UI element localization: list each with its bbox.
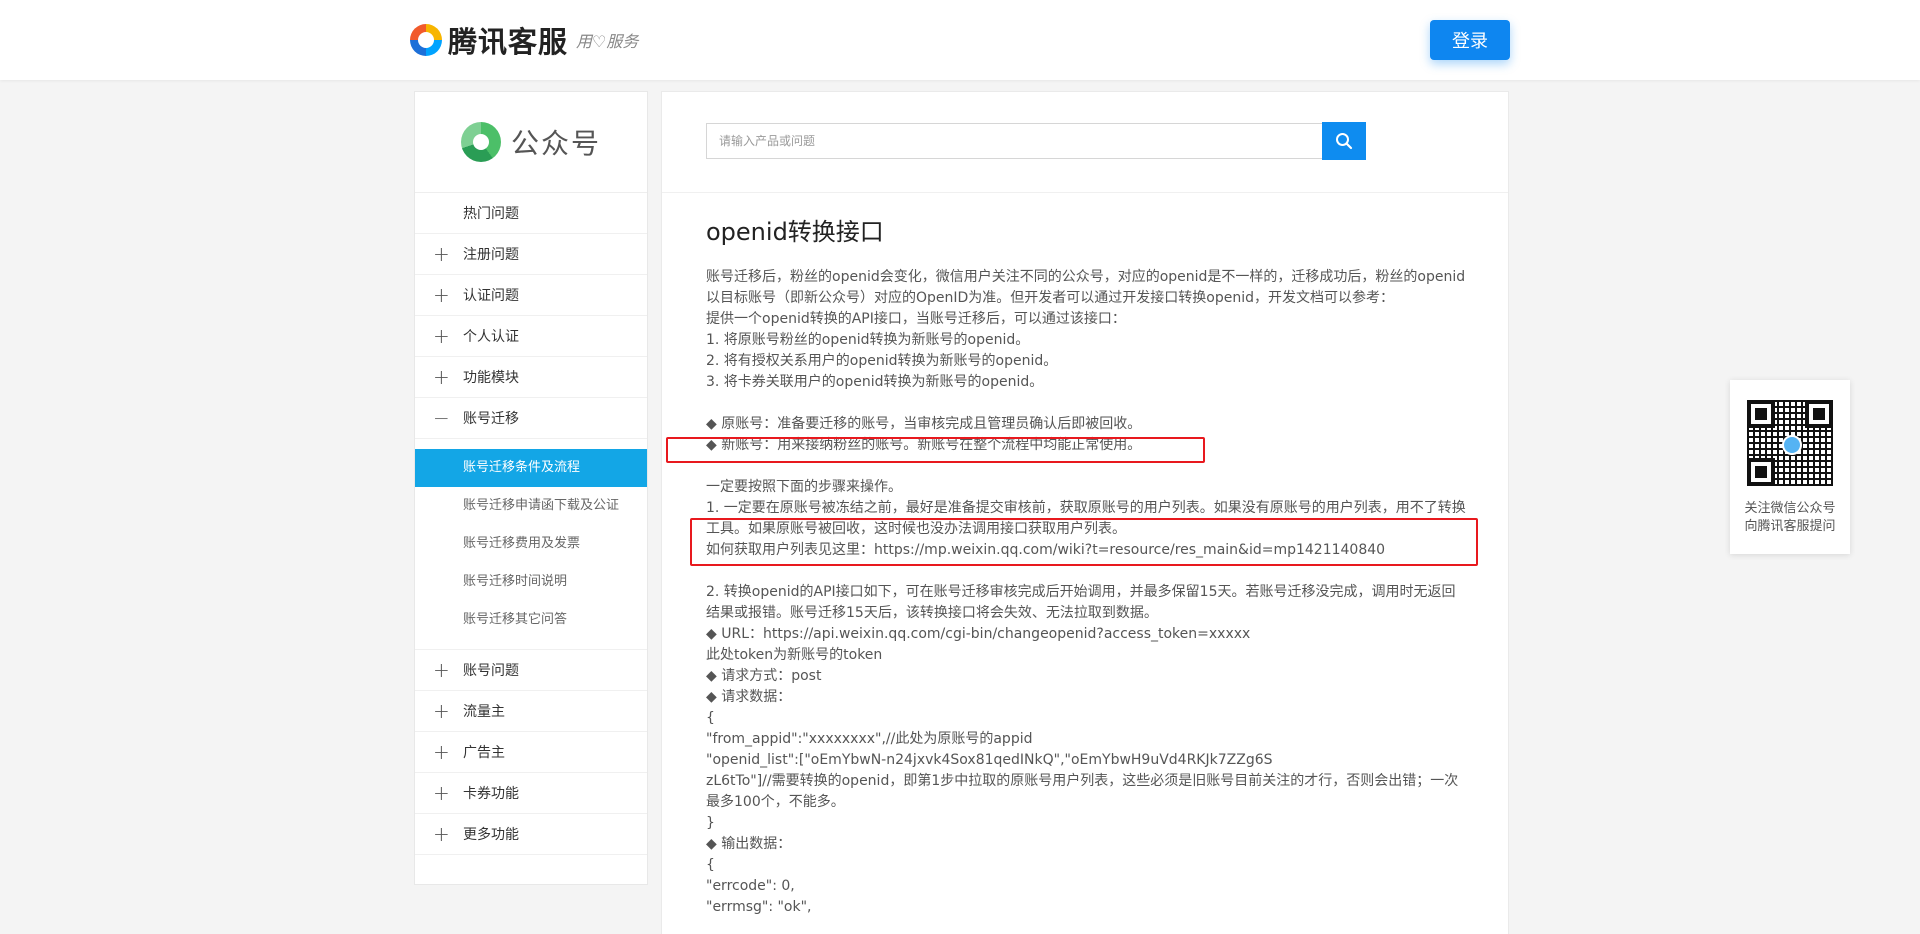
submenu-item-application-download[interactable]: 账号迁移申请函下载及公证: [415, 487, 647, 525]
login-button[interactable]: 登录: [1430, 20, 1510, 60]
article-line: ◆ URL：https://api.weixin.qq.com/cgi-bin/…: [706, 626, 1251, 642]
sidebar-item-verification[interactable]: + 认证问题: [415, 275, 647, 316]
article-line: 提供一个openid转换的API接口，当账号迁移后，可以通过该接口：: [706, 311, 1126, 327]
sidebar-item-account-migration[interactable]: − 账号迁移: [415, 398, 647, 439]
article-title: openid转换接口: [706, 218, 884, 246]
account-migration-submenu: 账号迁移条件及流程 账号迁移申请函下载及公证 账号迁移费用及发票 账号迁移时间说…: [415, 439, 647, 650]
logo-slogan: 用♡服务: [576, 32, 639, 51]
submenu-item-other-qa[interactable]: 账号迁移其它问答: [415, 601, 647, 639]
sidebar-item-label: 功能模块: [463, 370, 519, 386]
qr-finder-mark: [1747, 458, 1775, 486]
qr-caption: 关注微信公众号 向腾讯客服提问: [1730, 500, 1850, 536]
article-line: 1. 将原账号粉丝的openid转换为新账号的openid。: [706, 332, 1030, 348]
sidebar-item-features[interactable]: + 功能模块: [415, 357, 647, 398]
sidebar-item-label: 流量主: [463, 704, 505, 720]
qr-finder-mark: [1747, 400, 1775, 428]
article-paragraph: 1. 一定要在原账号被冻结之前，最好是准备提交审核前，获取原账号的用户列表。如果…: [706, 500, 1466, 537]
plus-icon: +: [433, 781, 450, 805]
article-line: {: [706, 857, 715, 873]
article-paragraph: 账号迁移后，粉丝的openid会变化，微信用户关注不同的公众号，对应的openi…: [706, 269, 1466, 306]
plus-icon: +: [433, 740, 450, 764]
article-line: 一定要按照下面的步骤来操作。: [706, 479, 902, 495]
article-line: 2. 将有授权关系用户的openid转换为新账号的openid。: [706, 353, 1058, 369]
plus-icon: +: [433, 242, 450, 266]
tencent-service-logo[interactable]: 腾讯客服 用♡服务: [410, 20, 638, 60]
tencent-logo-icon: [410, 24, 442, 56]
qr-caption-line: 向腾讯客服提问: [1744, 519, 1836, 534]
article-line: ◆ 请求方式：post: [706, 668, 822, 684]
sidebar-item-label: 更多功能: [463, 827, 519, 843]
sidebar-item-registration[interactable]: + 注册问题: [415, 234, 647, 275]
sidebar-item-label: 个人认证: [463, 329, 519, 345]
article-body: 账号迁移后，粉丝的openid会变化，微信用户关注不同的公众号，对应的openi…: [706, 267, 1466, 918]
article-line: "from_appid":"xxxxxxxx",//此处为原账号的appid: [706, 731, 1033, 747]
sidebar-item-hot-questions[interactable]: 热门问题: [415, 193, 647, 234]
sidebar-item-label: 热门问题: [463, 206, 519, 222]
minus-icon: −: [433, 406, 450, 430]
qr-finder-mark: [1805, 400, 1833, 428]
plus-icon: +: [433, 365, 450, 389]
qr-caption-line: 关注微信公众号: [1744, 501, 1836, 516]
article-paragraph: zL6tTo"]//需要转换的openid，即第1步中拉取的原账号用户列表，这些…: [706, 773, 1459, 810]
qr-code-icon: [1747, 400, 1833, 486]
plus-icon: +: [433, 658, 450, 682]
main-content: openid转换接口 账号迁移后，粉丝的openid会变化，微信用户关注不同的公…: [661, 91, 1509, 934]
sidebar-header: 公众号: [415, 92, 647, 193]
article-line: 3. 将卡券关联用户的openid转换为新账号的openid。: [706, 374, 1044, 390]
search-bar: [706, 122, 1366, 161]
divider: [662, 192, 1508, 193]
article-line: "errmsg": "ok",: [706, 899, 812, 915]
submenu-item-fees-invoice[interactable]: 账号迁移费用及发票: [415, 525, 647, 563]
submenu-item-conditions-process[interactable]: 账号迁移条件及流程: [415, 449, 647, 487]
sidebar: 公众号 热门问题 + 注册问题 + 认证问题 + 个人认证 + 功能模块 − 账…: [414, 91, 648, 885]
plus-icon: +: [433, 283, 450, 307]
article-line: }: [706, 815, 715, 831]
article-line: 如何获取用户列表见这里：https://mp.weixin.qq.com/wik…: [706, 542, 1386, 558]
sidebar-item-label: 账号迁移: [463, 411, 519, 427]
sidebar-item-advertiser[interactable]: + 广告主: [415, 732, 647, 773]
article-line: ◆ 请求数据：: [706, 689, 792, 705]
sidebar-item-label: 账号问题: [463, 663, 519, 679]
official-account-icon: [460, 122, 501, 162]
article-line: ◆ 输出数据：: [706, 836, 792, 852]
sidebar-menu-lower: + 账号问题 + 流量主 + 广告主 + 卡券功能 + 更多功能: [415, 650, 647, 855]
article-line: "openid_list":["oEmYbwN-n24jxvk4Sox81qed…: [706, 752, 1273, 768]
plus-icon: +: [433, 699, 450, 723]
logo-text: 腾讯客服: [448, 25, 569, 59]
plus-icon: +: [433, 324, 450, 348]
top-bar: 腾讯客服 用♡服务 登录: [0, 0, 1920, 80]
sidebar-item-label: 认证问题: [463, 288, 519, 304]
sidebar-item-label: 卡券功能: [463, 786, 519, 802]
sidebar-menu: 热门问题 + 注册问题 + 认证问题 + 个人认证 + 功能模块 − 账号迁移: [415, 193, 647, 439]
plus-icon: +: [433, 822, 450, 846]
article-line: ◆ 新账号：用来接纳粉丝的账号。新账号在整个流程中均能正常使用。: [706, 437, 1142, 453]
product-title: 公众号: [510, 127, 601, 160]
submenu-item-time-description[interactable]: 账号迁移时间说明: [415, 563, 647, 601]
article: openid转换接口 账号迁移后，粉丝的openid会变化，微信用户关注不同的公…: [706, 212, 1466, 918]
article-line: 此处token为新账号的token: [706, 647, 883, 663]
search-icon: [1336, 133, 1353, 150]
article-line: {: [706, 710, 715, 726]
sidebar-item-label: 注册问题: [463, 247, 519, 263]
qr-center-logo: [1782, 435, 1802, 455]
sidebar-item-personal-verification[interactable]: + 个人认证: [415, 316, 647, 357]
sidebar-item-account-issues[interactable]: + 账号问题: [415, 650, 647, 691]
sidebar-item-label: 广告主: [463, 745, 505, 761]
article-line: "errcode": 0,: [706, 878, 795, 894]
sidebar-item-traffic-host[interactable]: + 流量主: [415, 691, 647, 732]
article-paragraph: 2. 转换openid的API接口如下，可在账号迁移审核完成后开始调用，并最多保…: [706, 584, 1456, 621]
search-button[interactable]: [1322, 122, 1366, 160]
search-input[interactable]: [706, 123, 1323, 159]
sidebar-item-more-features[interactable]: + 更多功能: [415, 814, 647, 855]
qr-code-panel[interactable]: 关注微信公众号 向腾讯客服提问: [1730, 380, 1850, 554]
article-line: ◆ 原账号：准备要迁移的账号，当审核完成且管理员确认后即被回收。: [706, 416, 1142, 432]
sidebar-item-card-coupon[interactable]: + 卡券功能: [415, 773, 647, 814]
